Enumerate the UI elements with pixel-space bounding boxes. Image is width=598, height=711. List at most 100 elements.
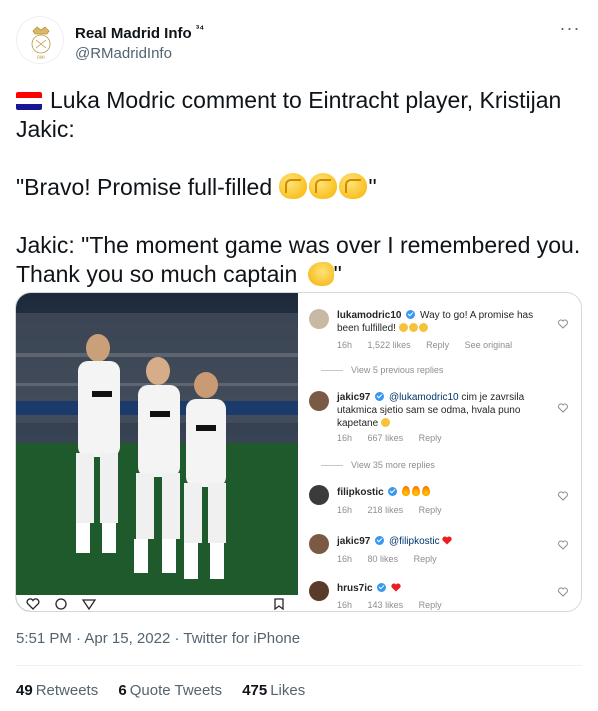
commenter-avatar	[309, 581, 329, 601]
comment-time: 16h	[337, 600, 353, 610]
comment-text: jakic97 @lukamodric10 cim je zavrsila ut…	[337, 391, 551, 430]
comment-likes[interactable]: 1,522 likes	[368, 340, 411, 350]
comment-username[interactable]: filipkostic	[337, 487, 384, 498]
commenter-avatar	[309, 485, 329, 505]
comment-username[interactable]: lukamodric10	[337, 310, 401, 321]
comment-likes[interactable]: 667 likes	[368, 433, 404, 443]
comment-meta: 16h 667 likes Reply	[337, 433, 455, 443]
comment-reply-link[interactable]: Reply	[419, 505, 442, 515]
share-icon	[82, 599, 96, 610]
comment-likes[interactable]: 80 likes	[368, 554, 399, 564]
tweet-line-1: Luka Modric comment to Eintracht player,…	[16, 86, 582, 144]
quote-tweets-stat[interactable]: 6 Quote Tweets	[118, 682, 222, 699]
flexed-biceps-icon	[307, 262, 334, 286]
author-name-text[interactable]: Real Madrid Info	[75, 25, 192, 42]
tweet-line-1-text: Luka Modric comment to Eintracht player,…	[16, 87, 562, 142]
flexed-biceps-icon	[380, 418, 390, 427]
comment-meta: 16h 80 likes Reply	[337, 554, 450, 564]
timestamp-separator: ·	[174, 630, 180, 647]
tweet-line-3-end: "	[333, 261, 342, 287]
retweets-stat[interactable]: 49 Retweets	[16, 682, 98, 699]
fire-icon	[422, 486, 431, 496]
author-display-name[interactable]: Real Madrid Info ³⁴	[75, 24, 204, 42]
comment-heart-icon[interactable]	[558, 540, 568, 550]
commenter-avatar	[309, 391, 329, 411]
verified-badge-icon	[406, 310, 416, 319]
comment-heart-icon[interactable]	[558, 403, 568, 413]
tweet-line-2-text: "Bravo! Promise full-filled	[16, 174, 273, 200]
comment-username[interactable]: hrus7ic	[337, 583, 373, 594]
retweets-label: Retweets	[35, 682, 99, 699]
red-heart-icon	[442, 536, 453, 545]
comment-reply-link[interactable]: Reply	[426, 340, 449, 350]
clapping-hands-icon	[398, 323, 408, 332]
tweet-source[interactable]: Twitter for iPhone	[183, 630, 300, 647]
likes-label: Likes	[270, 682, 306, 699]
fire-icon	[412, 486, 421, 496]
tweet-line-3-text: Jakic: "The moment game was over I remem…	[16, 232, 581, 287]
divider	[16, 665, 582, 666]
view-previous-replies-link[interactable]: View 5 previous replies	[351, 365, 443, 375]
comment-heart-icon[interactable]	[558, 587, 568, 597]
commenter-avatar	[309, 309, 329, 329]
comment-meta: 16h 1,522 likes Reply See original	[337, 340, 525, 350]
comment-likes[interactable]: 143 likes	[368, 600, 404, 610]
tweet: RMI Real Madrid Info ³⁴ @RMadridInfo ···…	[0, 0, 598, 711]
comment-time: 16h	[337, 554, 353, 564]
view-more-replies-link[interactable]: View 35 more replies	[351, 460, 435, 470]
comment-icon	[55, 598, 67, 610]
instagram-comments-panel: lukamodric10 Way to go! A promise has be…	[298, 293, 581, 611]
photo-action-strip	[16, 595, 298, 611]
red-heart-icon	[391, 583, 401, 592]
comment-username[interactable]: jakic97	[337, 392, 370, 403]
comment-mention[interactable]: @filipkostic	[389, 536, 440, 547]
comment-text: filipkostic	[337, 486, 551, 499]
comment-heart-icon[interactable]	[558, 319, 568, 329]
author-handle[interactable]: @RMadridInfo	[75, 45, 172, 62]
comment-meta: 16h 143 likes Reply	[337, 600, 455, 610]
author-avatar[interactable]: RMI	[16, 16, 64, 64]
comment-username[interactable]: jakic97	[337, 536, 370, 547]
verified-badge-icon	[388, 487, 398, 496]
clapping-hands-icon	[338, 173, 367, 199]
quote-tweets-count: 6	[118, 682, 127, 699]
comment-likes[interactable]: 218 likes	[368, 505, 404, 515]
croatia-flag-icon	[16, 92, 42, 110]
comment-mention[interactable]: @lukamodric10	[389, 392, 459, 403]
comment-meta: 16h 218 likes Reply	[337, 505, 455, 515]
players-photo[interactable]	[16, 293, 298, 611]
see-original-link[interactable]: See original	[465, 340, 513, 350]
comment-reply-link[interactable]: Reply	[419, 433, 442, 443]
clapping-hands-icon	[408, 323, 418, 332]
likes-stat[interactable]: 475 Likes	[242, 682, 305, 699]
likes-count: 475	[242, 682, 268, 699]
comment-heart-icon[interactable]	[558, 491, 568, 501]
verified-badge-icon	[377, 583, 387, 592]
comment-time: 16h	[337, 505, 353, 515]
tweet-text: Luka Modric comment to Eintracht player,…	[16, 86, 582, 289]
tweet-time[interactable]: 5:51 PM	[16, 630, 72, 647]
comment-reply-link[interactable]: Reply	[414, 554, 437, 564]
bookmark-icon	[274, 598, 284, 610]
author-name-superscript: ³⁴	[195, 24, 205, 35]
tweet-date[interactable]: Apr 15, 2022	[84, 630, 170, 647]
timestamp-separator: ·	[76, 630, 82, 647]
tweet-line-2-end: "	[368, 174, 377, 200]
comment-text: hrus7ic	[337, 582, 551, 595]
comment-text: jakic97 @filipkostic	[337, 535, 551, 548]
comment-text: lukamodric10 Way to go! A promise has be…	[337, 309, 551, 335]
more-options-button[interactable]: ···	[558, 19, 582, 42]
clapping-hands-icon	[418, 323, 428, 332]
comment-reply-link[interactable]: Reply	[419, 600, 442, 610]
comment-time: 16h	[337, 433, 353, 443]
commenter-avatar	[309, 534, 329, 554]
engagement-stats: 49 Retweets 6 Quote Tweets 475 Likes	[16, 682, 321, 699]
retweets-count: 49	[16, 682, 33, 699]
tweet-media[interactable]: lukamodric10 Way to go! A promise has be…	[15, 292, 582, 612]
comment-time: 16h	[337, 340, 353, 350]
fire-icon	[402, 486, 411, 496]
clapping-hands-icon	[308, 173, 337, 199]
verified-badge-icon	[375, 536, 385, 545]
tweet-line-2: "Bravo! Promise full-filled "	[16, 173, 582, 202]
tweet-timestamp: 5:51 PM · Apr 15, 2022 · Twitter for iPh…	[16, 630, 300, 647]
